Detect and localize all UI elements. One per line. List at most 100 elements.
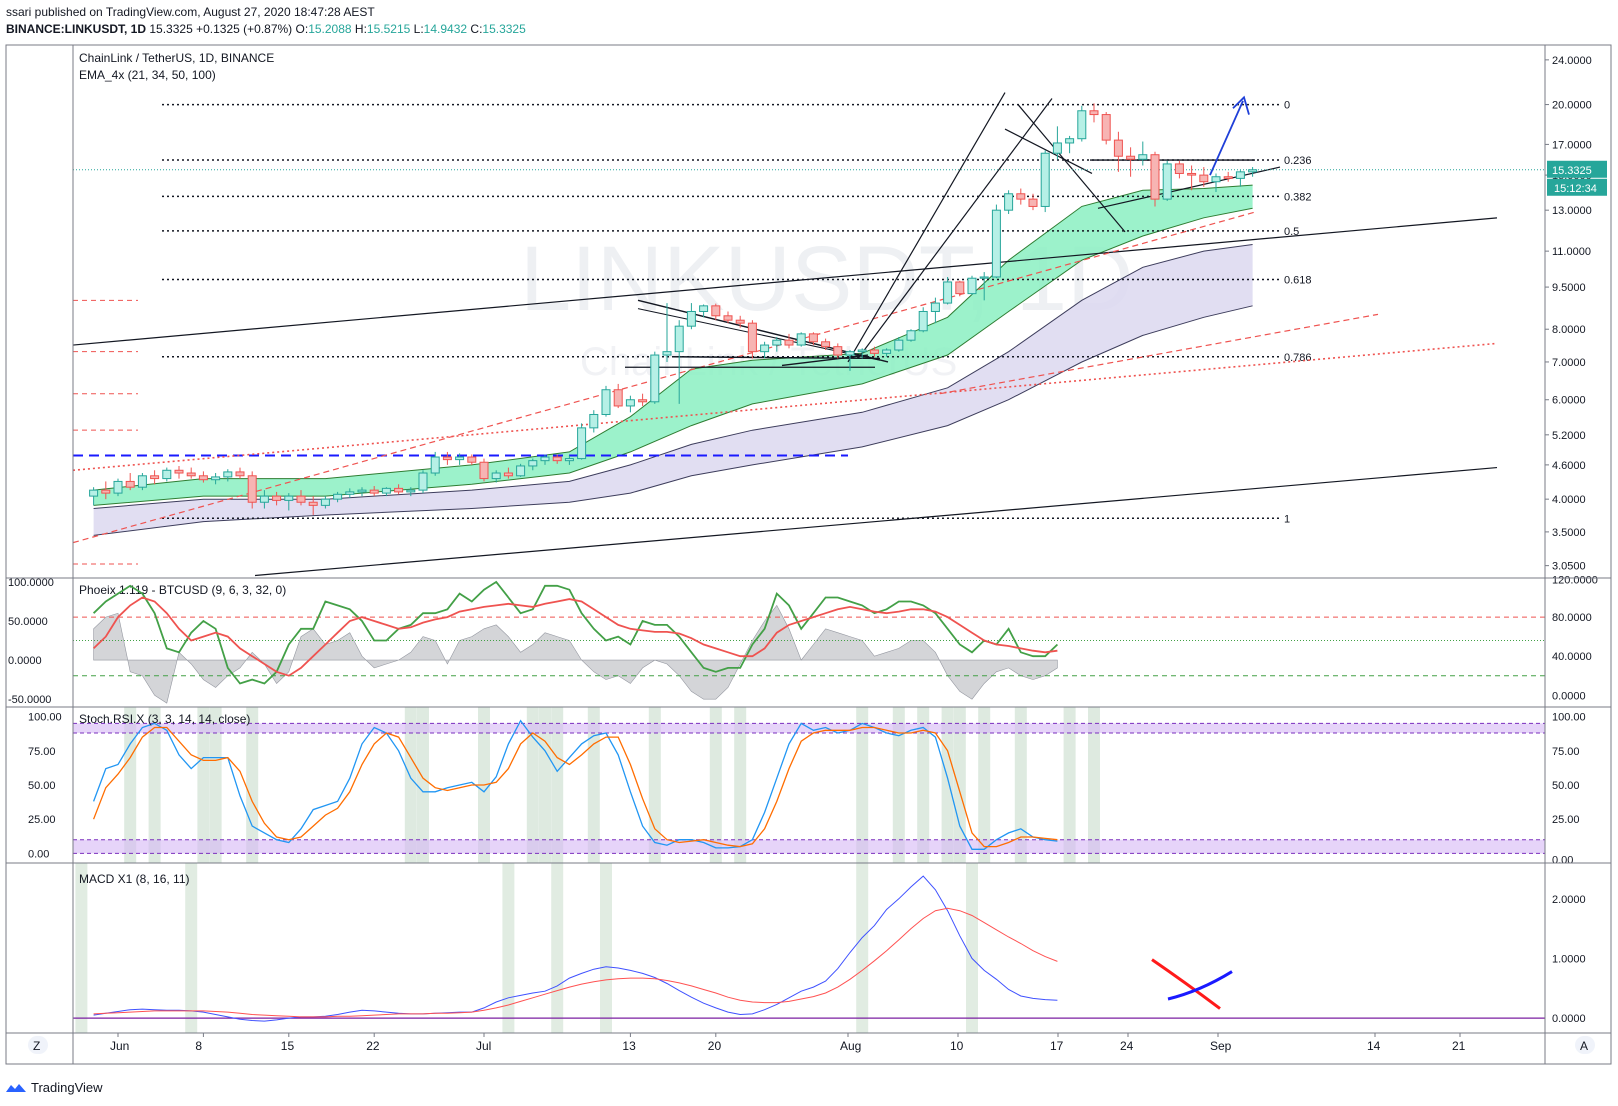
candle-down	[735, 319, 745, 324]
candle-down	[711, 305, 721, 317]
candle-up	[1211, 176, 1221, 183]
tradingview-logo-icon	[6, 1084, 26, 1093]
macd-series-line	[93, 907, 1058, 1018]
phoeix-left-tick: -50.0000	[8, 694, 51, 706]
chart-canvas[interactable]: LINKUSDT, 1DChainLink / TetherUS00.2360.…	[0, 40, 1618, 1070]
macd-signal-column	[502, 863, 515, 1033]
candle-up	[857, 349, 867, 353]
price-tick-label: 6.0000	[1552, 395, 1586, 407]
candle-down	[467, 456, 477, 463]
auto-scale-button-label[interactable]: A	[1580, 1039, 1588, 1053]
macd-signal-column	[75, 863, 88, 1033]
candle-up	[991, 209, 1001, 278]
stoch-title: Stoch.RSI.X (3, 3, 14, 14, close)	[79, 712, 250, 726]
candle-down	[613, 389, 623, 407]
candle-up	[1248, 169, 1258, 173]
candle-down	[442, 456, 452, 461]
countdown-text: 15:12:34	[1554, 183, 1597, 195]
candle-up	[455, 456, 465, 461]
candle-up	[113, 480, 123, 494]
price-tick-label: 7.0000	[1552, 357, 1586, 369]
footer: TradingView	[6, 1080, 103, 1095]
fib-label: 0	[1284, 100, 1290, 112]
symbol-text: BINANCE:LINKUSDT, 1D	[6, 22, 147, 36]
candle-up	[650, 354, 660, 403]
candle-up	[540, 456, 550, 462]
macd-title: MACD X1 (8, 16, 11)	[79, 872, 189, 886]
candle-up	[760, 344, 770, 353]
candle-down	[1126, 155, 1136, 160]
x-tick-label: 14	[1367, 1039, 1381, 1053]
candle-down	[174, 469, 184, 474]
fib-label: 0.786	[1284, 352, 1312, 364]
stoch-right-tick: 75.00	[1552, 746, 1580, 758]
candle-up	[674, 325, 684, 353]
candle-up	[1077, 110, 1087, 140]
candle-up	[1162, 163, 1172, 200]
candle-up	[601, 389, 611, 415]
low-value: 14.9432	[423, 22, 468, 36]
candle-down	[186, 472, 196, 477]
candle-up	[930, 302, 940, 312]
phoeix-pane: Phoeix 1.119 - BTCUSD (9, 6, 3, 32, 0) 10…	[8, 575, 1598, 707]
publisher-text: ssari published on TradingView.com, Augu…	[6, 5, 375, 19]
candle-down	[235, 471, 245, 477]
phoeix-title: Phoeix 1.119 - BTCUSD (9, 6, 3, 32, 0)	[79, 583, 286, 597]
macd-signal-column	[966, 863, 978, 1033]
phoeix-right-tick: 120.0000	[1552, 575, 1598, 587]
macd-pane: MACD X1 (8, 16, 11) 2.0000 1.0000 0.0000	[73, 863, 1586, 1033]
candle-down	[1101, 114, 1111, 141]
phoeix-left-tick: 100.0000	[8, 577, 54, 589]
stoch-right-tick: 0.00	[1552, 854, 1573, 866]
footer-brand: TradingView	[31, 1080, 103, 1095]
candle-down	[1028, 198, 1038, 207]
candle-down	[1174, 163, 1184, 174]
candle-up	[564, 458, 574, 462]
price-chart-title: ChainLink / TetherUS, 1D, BINANCE	[79, 51, 274, 65]
chart-frame: Jun 8 15 22 Jul 13 20 Aug 10 17 24 Sep 14 21Z A	[5, 44, 1612, 1065]
symbol-line: BINANCE:LINKUSDT, 1D 15.3325 +0.1325 (+0…	[6, 22, 526, 36]
macd-signal-column	[551, 863, 564, 1033]
candle-down	[479, 461, 489, 480]
candle-down	[247, 475, 257, 503]
price-tick-label: 3.0500	[1552, 561, 1586, 573]
zoom-button-label[interactable]: Z	[33, 1039, 40, 1053]
phoeix-right-tick: 0.0000	[1552, 690, 1586, 702]
price-tick-label: 20.0000	[1552, 100, 1592, 112]
candle-down	[1016, 193, 1026, 200]
candle-up	[918, 310, 928, 332]
price-tick-label: 9.5000	[1552, 282, 1586, 294]
candle-down	[747, 322, 757, 353]
price-tick-label: 4.0000	[1552, 494, 1586, 506]
change-text: +0.1325 (+0.87%)	[196, 22, 293, 36]
close-value: 15.3325	[482, 22, 526, 36]
stoch-left-tick: 0.00	[28, 848, 49, 860]
x-tick-label: Sep	[1210, 1039, 1232, 1053]
x-tick-label: Jun	[110, 1039, 129, 1053]
x-tick-label: 20	[708, 1039, 722, 1053]
candle-up	[662, 351, 672, 356]
high-label: H:	[354, 22, 367, 36]
fib-label: 1	[1284, 513, 1290, 525]
open-label: O:	[295, 22, 309, 36]
candle-up	[333, 493, 343, 500]
high-value: 15.5215	[366, 22, 411, 36]
candle-down	[808, 333, 818, 343]
candle-up	[1065, 138, 1075, 144]
stoch-left-tick: 25.00	[28, 814, 56, 826]
stoch-right-tick: 25.00	[1552, 814, 1580, 826]
candle-down	[1187, 172, 1197, 176]
candle-down	[369, 489, 379, 494]
price-tick-label: 3.5000	[1552, 527, 1586, 539]
candle-up	[625, 399, 635, 407]
candle-down	[1089, 110, 1099, 116]
candle-up	[979, 276, 989, 279]
candle-up	[345, 491, 355, 495]
x-tick-label: 21	[1452, 1039, 1466, 1053]
candle-down	[1199, 174, 1209, 183]
candle-up	[528, 460, 538, 467]
candle-up	[882, 349, 892, 354]
fib-label: 0.618	[1284, 274, 1312, 286]
price-tick-label: 11.0000	[1552, 246, 1591, 258]
stoch-series-line	[92, 719, 1058, 850]
